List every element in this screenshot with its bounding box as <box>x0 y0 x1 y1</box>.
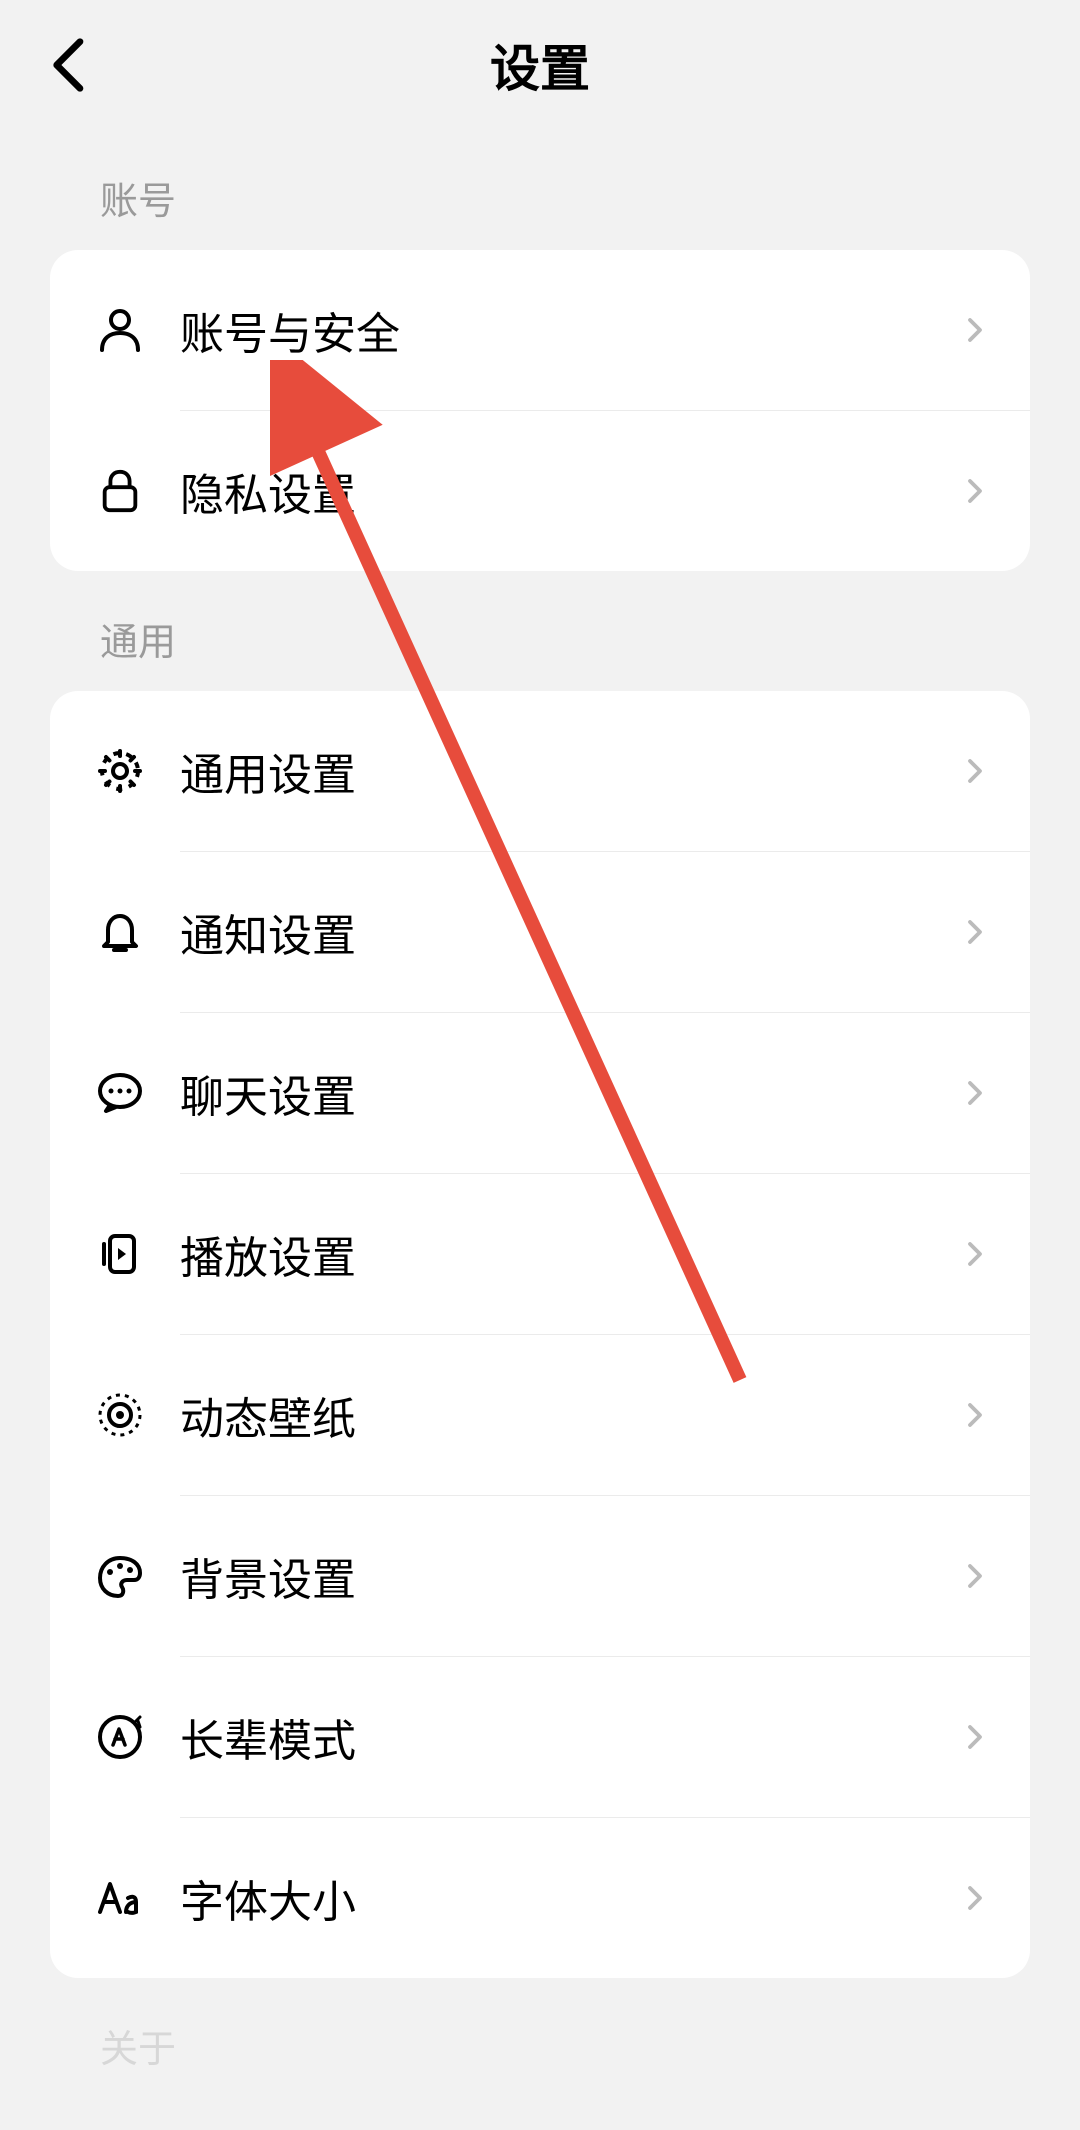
list-item-label: 通用设置 <box>180 739 960 803</box>
gear-icon <box>90 741 150 801</box>
list-item-chat[interactable]: 聊天设置 <box>50 1013 1030 1173</box>
list-item-label: 长辈模式 <box>180 1705 960 1769</box>
list-item-notification[interactable]: 通知设置 <box>50 852 1030 1012</box>
back-button[interactable] <box>40 35 100 95</box>
font-icon <box>90 1868 150 1928</box>
chevron-right-icon <box>960 1239 990 1269</box>
list-item-account-security[interactable]: 账号与安全 <box>50 250 1030 410</box>
elder-icon <box>90 1707 150 1767</box>
live-wallpaper-icon <box>90 1385 150 1445</box>
list-item-label: 通知设置 <box>180 900 960 964</box>
list-item-label: 字体大小 <box>180 1866 960 1930</box>
list-item-background[interactable]: 背景设置 <box>50 1496 1030 1656</box>
section-card-general: 通用设置 通知设置 聊天设置 <box>50 691 1030 1978</box>
list-item-label: 账号与安全 <box>180 298 960 362</box>
lock-icon <box>90 461 150 521</box>
list-item-elder-mode[interactable]: 长辈模式 <box>50 1657 1030 1817</box>
chevron-right-icon <box>960 1078 990 1108</box>
list-item-label: 隐私设置 <box>180 459 960 523</box>
person-icon <box>90 300 150 360</box>
palette-icon <box>90 1546 150 1606</box>
bell-icon <box>90 902 150 962</box>
list-item-font-size[interactable]: 字体大小 <box>50 1818 1030 1978</box>
list-item-label: 动态壁纸 <box>180 1383 960 1447</box>
chevron-right-icon <box>960 476 990 506</box>
page-title: 设置 <box>0 29 1080 101</box>
list-item-label: 聊天设置 <box>180 1061 960 1125</box>
chevron-right-icon <box>960 315 990 345</box>
chevron-right-icon <box>960 917 990 947</box>
section-header-general: 通用 <box>0 571 1080 691</box>
section-card-account: 账号与安全 隐私设置 <box>50 250 1030 571</box>
chevron-right-icon <box>960 1722 990 1752</box>
list-item-playback[interactable]: 播放设置 <box>50 1174 1030 1334</box>
chat-icon <box>90 1063 150 1123</box>
section-header-about: 关于 <box>0 1978 1080 2098</box>
list-item-privacy[interactable]: 隐私设置 <box>50 411 1030 571</box>
chevron-right-icon <box>960 1400 990 1430</box>
header: 设置 <box>0 0 1080 130</box>
list-item-live-wallpaper[interactable]: 动态壁纸 <box>50 1335 1030 1495</box>
list-item-general[interactable]: 通用设置 <box>50 691 1030 851</box>
chevron-right-icon <box>960 1883 990 1913</box>
section-header-account: 账号 <box>0 130 1080 250</box>
list-item-label: 背景设置 <box>180 1544 960 1608</box>
chevron-right-icon <box>960 756 990 786</box>
chevron-right-icon <box>960 1561 990 1591</box>
playback-icon <box>90 1224 150 1284</box>
list-item-label: 播放设置 <box>180 1222 960 1286</box>
chevron-left-icon <box>50 38 90 92</box>
